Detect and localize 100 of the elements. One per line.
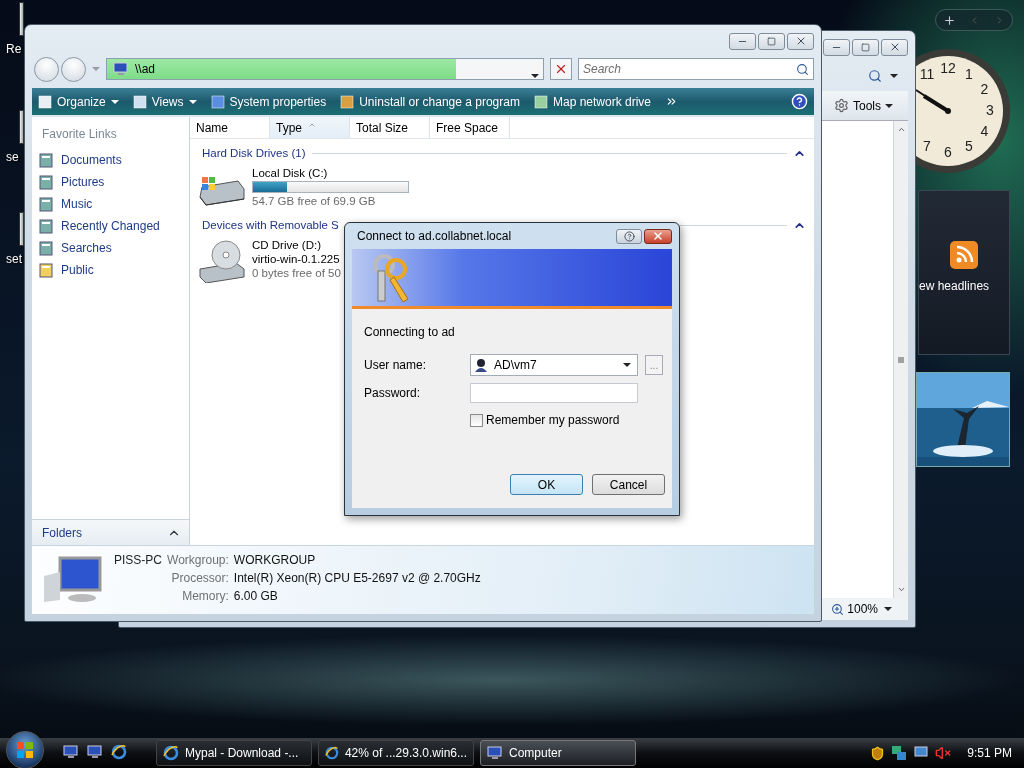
help-icon — [623, 230, 635, 242]
library-icon — [38, 196, 54, 212]
muted-speaker-icon[interactable] — [935, 745, 952, 761]
browser-icon — [325, 745, 339, 761]
taskbar-button[interactable]: Mypal - Download -... — [156, 740, 312, 766]
minimize-button[interactable] — [729, 32, 756, 50]
toolbar-icon — [340, 94, 355, 109]
drive-space: 54.7 GB free of 69.9 GB — [252, 195, 377, 207]
help-icon[interactable] — [791, 93, 808, 110]
clock-numeral: 4 — [979, 123, 990, 139]
detail-label: Processor: — [170, 571, 229, 585]
field-label: User name: — [364, 358, 428, 372]
clock-numeral: 11 — [919, 65, 935, 82]
folders-bar[interactable]: Folders — [32, 519, 189, 545]
library-icon — [38, 152, 54, 168]
caret-icon[interactable] — [623, 363, 631, 367]
zoom-icon — [831, 602, 845, 616]
desktop-icon[interactable] — [19, 2, 24, 36]
stop-button[interactable] — [550, 58, 572, 80]
toolbar-button[interactable]: Views — [132, 94, 197, 109]
maximize-icon — [767, 36, 776, 46]
desktop-icon[interactable] — [19, 212, 24, 246]
favorite-link[interactable]: Music — [61, 197, 93, 211]
toolbar-button[interactable]: Organize — [38, 94, 119, 109]
desktop-icon-label[interactable]: se — [6, 150, 19, 164]
caret-icon[interactable] — [531, 74, 539, 78]
checkbox-label[interactable]: Remember my password — [486, 413, 620, 427]
desktop-icon-label[interactable]: Re — [6, 42, 22, 56]
password-field[interactable] — [470, 383, 638, 403]
close-button[interactable] — [644, 228, 672, 244]
add-icon[interactable] — [942, 13, 956, 27]
detail-value: 6.00 GB — [233, 589, 279, 603]
drive-name[interactable]: Local Disk (C:) — [252, 167, 409, 179]
close-button[interactable] — [881, 38, 908, 56]
scroll-down-icon[interactable] — [896, 585, 906, 594]
library-icon — [38, 218, 54, 234]
maximize-icon — [861, 42, 870, 52]
minimize-button[interactable] — [823, 38, 850, 56]
drive-name[interactable]: CD Drive (D:) — [252, 239, 341, 251]
detail-label: Workgroup: — [167, 553, 229, 567]
detail-label: Memory: — [181, 589, 229, 603]
monitor-icon[interactable] — [87, 744, 103, 760]
feed-label[interactable]: ew headlines — [919, 279, 990, 293]
checkbox[interactable] — [470, 413, 483, 427]
column-header[interactable]: Type — [270, 117, 350, 138]
tools-menu[interactable]: Tools — [834, 98, 893, 113]
favorite-link[interactable]: Documents — [61, 153, 122, 167]
monitor-icon[interactable] — [63, 744, 79, 760]
username-field[interactable]: AD\vm7 — [470, 354, 638, 376]
desktop-icon[interactable] — [19, 110, 24, 144]
toolbar-icon — [38, 94, 52, 109]
address-bar[interactable]: \\ad — [106, 58, 544, 80]
four-squares-icon — [16, 741, 34, 759]
favorite-link[interactable]: Recently Changed — [61, 219, 160, 233]
close-icon — [554, 62, 568, 76]
search-icon[interactable] — [868, 69, 882, 83]
scroll-up-icon[interactable] — [896, 125, 906, 134]
gear-icon — [834, 98, 849, 113]
dialog-title: Connect to ad.collabnet.local — [357, 229, 512, 243]
browser-icon — [163, 745, 179, 761]
toolbar-button[interactable]: Uninstall or change a program — [340, 94, 520, 109]
volume-label: virtio-win-0.1.225 — [252, 253, 341, 265]
cd-drive-icon — [198, 239, 246, 283]
library-icon — [38, 240, 54, 256]
toolbar-button[interactable]: System properties — [210, 94, 327, 109]
caret-icon[interactable] — [884, 607, 892, 611]
toolbar-icon — [533, 94, 548, 109]
clock-numeral: 2 — [979, 81, 990, 97]
network-icon[interactable] — [891, 745, 908, 761]
help-button[interactable] — [616, 228, 642, 244]
clock-time[interactable]: 9:51 PM — [967, 746, 1012, 760]
dialog-button[interactable]: Cancel — [592, 474, 665, 495]
favorite-link[interactable]: Searches — [61, 241, 112, 255]
clock-numeral: 6 — [943, 144, 953, 160]
taskbar-button[interactable]: 42% of ...29.3.0.win6... — [318, 740, 474, 766]
favorite-link[interactable]: Public — [61, 263, 94, 277]
more-icon[interactable] — [665, 95, 678, 108]
grip-icon — [898, 356, 904, 363]
zoom-button[interactable]: 100% — [831, 602, 878, 616]
shield-icon[interactable] — [870, 745, 886, 761]
detail-value: WORKGROUP — [233, 553, 317, 567]
clock-numeral: 1 — [964, 65, 974, 82]
group-header[interactable]: Hard Disk Drives (1) — [202, 147, 306, 159]
browser-icon[interactable] — [111, 744, 127, 760]
close-button[interactable] — [787, 32, 814, 50]
field-label: Password: — [364, 386, 422, 400]
start-button[interactable] — [6, 731, 44, 768]
caret-icon[interactable] — [890, 74, 898, 78]
browse-button[interactable]: ... — [645, 355, 663, 375]
scrollbar[interactable] — [893, 121, 908, 598]
search-field[interactable]: Search — [578, 58, 814, 80]
group-header[interactable]: Devices with Removable S — [202, 219, 339, 231]
toolbar-button[interactable]: Map network drive — [533, 94, 651, 109]
favorite-link[interactable]: Pictures — [61, 175, 105, 189]
detail-value: Intel(R) Xeon(R) CPU E5-2697 v2 @ 2.70GHz — [233, 571, 481, 585]
caret-icon — [110, 99, 119, 104]
taskbar-button[interactable]: Computer — [480, 740, 636, 766]
computer-icon — [113, 61, 129, 77]
desktop-icon-label[interactable]: set — [6, 252, 22, 266]
dialog-button[interactable]: OK — [510, 474, 583, 495]
